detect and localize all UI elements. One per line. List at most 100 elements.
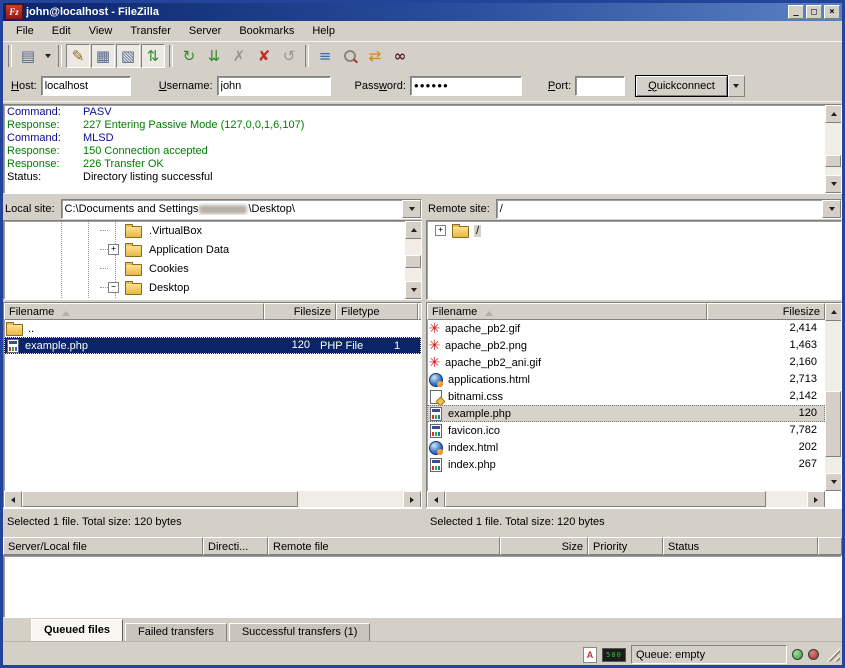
cancel-operation-button[interactable]: ✗ [227,44,251,68]
menu-edit[interactable]: Edit [43,23,80,39]
menu-file[interactable]: File [7,23,43,39]
tree-item[interactable]: +Application Data [4,240,421,259]
resize-grip-icon[interactable] [826,648,840,662]
scroll-right-button[interactable] [807,491,825,508]
expand-icon[interactable]: + [435,225,446,236]
scroll-left-button[interactable] [4,491,22,508]
scroll-left-button[interactable] [427,491,445,508]
remote-horizontal-scrollbar[interactable] [427,491,825,507]
log-scrollbar[interactable] [825,105,841,193]
column-filename[interactable]: Filename [427,303,707,320]
filter-button[interactable]: ≡ [313,44,337,68]
synchronized-browsing-button[interactable]: ⇄ [363,44,387,68]
scroll-down-button[interactable] [825,175,842,193]
username-input[interactable] [217,76,331,96]
toggle-queue-button[interactable]: ⇅ [141,44,165,68]
tree-item[interactable]: +/ [427,221,841,240]
maximize-button[interactable]: □ [806,5,822,19]
tab-successful-transfers[interactable]: Successful transfers (1) [229,623,371,641]
file-row-selected[interactable]: example.php120 [427,405,825,422]
title-bar[interactable]: Fz john@localhost - FileZilla _ □ × [3,3,842,21]
file-row[interactable]: index.php267 [427,456,825,473]
password-input[interactable] [410,76,522,96]
local-tree-scrollbar[interactable] [405,221,421,299]
tree-item[interactable]: .VirtualBox [4,221,421,240]
scrollbar-track[interactable] [22,491,403,507]
tree-item[interactable]: Cookies [4,259,421,278]
file-row[interactable]: .. [4,320,421,337]
local-site-dropdown[interactable] [402,200,421,218]
file-row[interactable]: index.html202 [427,439,825,456]
scroll-down-button[interactable] [405,281,422,299]
file-row[interactable]: ✳apache_pb2.png1,463 [427,337,825,354]
refresh-button[interactable]: ↻ [177,44,201,68]
scroll-right-button[interactable] [403,491,421,508]
scrollbar-thumb[interactable] [825,391,841,457]
close-button[interactable]: × [824,5,840,19]
collapse-icon[interactable]: − [108,282,119,293]
local-site-combo[interactable]: C:\Documents and Settings\Desktop\ [61,199,422,219]
column-status[interactable]: Status [663,537,818,555]
scroll-up-button[interactable] [405,221,422,239]
column-server-local-file[interactable]: Server/Local file [3,537,203,555]
minimize-button[interactable]: _ [788,5,804,19]
file-row[interactable]: applications.html2,713 [427,371,825,388]
scroll-down-button[interactable] [825,473,842,491]
scroll-up-button[interactable] [825,105,842,123]
remote-vertical-scrollbar[interactable] [825,303,841,491]
column-remote-file[interactable]: Remote file [268,537,500,555]
chevron-down-icon [829,207,835,214]
column-last-modified[interactable]: L [418,303,422,320]
queue-splitter[interactable] [3,530,842,537]
expand-icon[interactable]: + [108,244,119,255]
remote-pane: Remote site: / +/ Filename Filesize ✳apa… [426,200,842,530]
disconnect-button[interactable]: ✘ [252,44,276,68]
reconnect-button[interactable]: ↺ [277,44,301,68]
port-input[interactable] [575,76,625,96]
scrollbar-track[interactable] [825,123,841,175]
host-input[interactable] [41,76,131,96]
file-row[interactable]: bitnami.css2,142 [427,388,825,405]
scrollbar-track[interactable] [825,321,841,473]
find-files-button[interactable]: ∞ [388,44,412,68]
column-priority[interactable]: Priority [588,537,663,555]
menu-help[interactable]: Help [303,23,344,39]
column-filesize[interactable]: Filesize [264,303,336,320]
scrollbar-thumb[interactable] [445,491,766,507]
menu-transfer[interactable]: Transfer [121,23,180,39]
tab-queued-files[interactable]: Queued files [31,619,123,641]
column-filename[interactable]: Filename [4,303,264,320]
site-manager-button[interactable]: ▤ [16,44,40,68]
tab-failed-transfers[interactable]: Failed transfers [125,623,227,641]
toggle-remote-tree-button[interactable]: ▧ [116,44,140,68]
quickconnect-button[interactable]: Quickconnect [635,75,728,97]
menu-bookmarks[interactable]: Bookmarks [230,23,303,39]
scrollbar-thumb[interactable] [22,491,298,507]
directory-comparison-button[interactable] [338,44,362,68]
menu-server[interactable]: Server [180,23,230,39]
tree-item[interactable]: −Desktop [4,278,421,297]
menu-view[interactable]: View [80,23,122,39]
column-filesize[interactable]: Filesize [707,303,825,320]
toggle-local-tree-button[interactable]: ▦ [91,44,115,68]
remote-site-dropdown[interactable] [822,200,841,218]
site-manager-dropdown[interactable] [41,44,54,68]
remote-site-combo[interactable]: / [496,199,842,219]
file-row[interactable]: favicon.ico7,782 [427,422,825,439]
toggle-message-log-button[interactable]: ✎ [66,44,90,68]
column-filetype[interactable]: Filetype [336,303,418,320]
file-row-selected[interactable]: example.php 120 PHP File 1 [4,337,421,354]
scrollbar-track[interactable] [445,491,807,507]
scrollbar-thumb[interactable] [405,255,421,268]
scrollbar-thumb[interactable] [825,155,841,166]
quickconnect-dropdown[interactable] [728,75,745,97]
local-horizontal-scrollbar[interactable] [4,491,421,507]
file-row[interactable]: ✳apache_pb2_ani.gif2,160 [427,354,825,371]
column-size[interactable]: Size [500,537,588,555]
local-tree-icon: ▦ [96,49,110,64]
scroll-up-button[interactable] [825,303,842,321]
scrollbar-track[interactable] [405,239,421,281]
column-direction[interactable]: Directi... [203,537,268,555]
file-row[interactable]: ✳apache_pb2.gif2,414 [427,320,825,337]
process-queue-button[interactable]: ⇊ [202,44,226,68]
